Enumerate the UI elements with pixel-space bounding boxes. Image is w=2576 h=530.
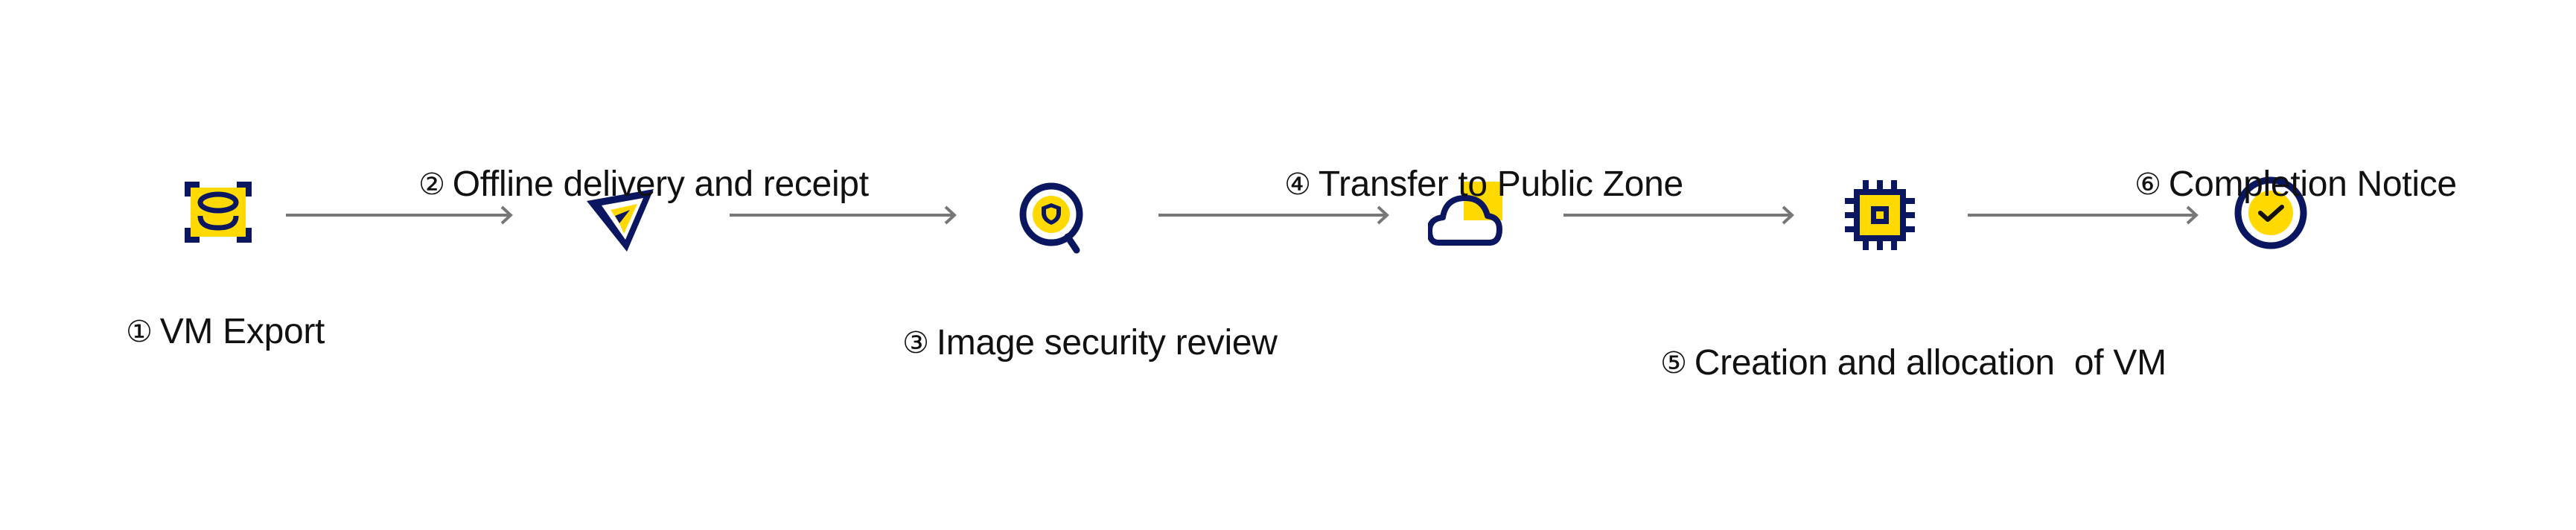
- step-text-5: Creation and allocation of VM: [1694, 343, 2167, 383]
- step-text-1: VM Export: [159, 312, 325, 351]
- step-number-6: ⑥: [2135, 167, 2161, 202]
- step-number-5: ⑤: [1660, 346, 1687, 380]
- cpu-chip-icon: [1843, 179, 1916, 252]
- shield-search-icon: [1017, 182, 1091, 256]
- step-label-1: ① VM Export: [87, 269, 325, 396]
- step-text-6: Completion Notice: [2168, 165, 2457, 204]
- connector-arrow-4: [1563, 204, 1794, 226]
- step-label-3: ③ Image security review: [864, 281, 1278, 407]
- step-label-2: ② Offline delivery and receipt: [380, 122, 869, 249]
- connector-arrow-2: [730, 204, 957, 226]
- step-label-6: ⑥ Completion Notice: [2096, 122, 2457, 249]
- step-text-2: Offline delivery and receipt: [452, 165, 869, 204]
- step-label-5: ⑤ Creation and allocation of VM: [1622, 301, 2167, 427]
- step-number-2: ②: [418, 167, 445, 202]
- step-number-4: ④: [1284, 167, 1311, 202]
- step-text-3: Image security review: [936, 323, 1278, 363]
- database-scan-icon: [185, 182, 252, 243]
- step-label-4: ④ Transfer to Public Zone: [1246, 122, 1683, 249]
- step-text-4: Transfer to Public Zone: [1318, 165, 1684, 204]
- step-number-3: ③: [902, 326, 929, 360]
- step-number-1: ①: [126, 315, 153, 349]
